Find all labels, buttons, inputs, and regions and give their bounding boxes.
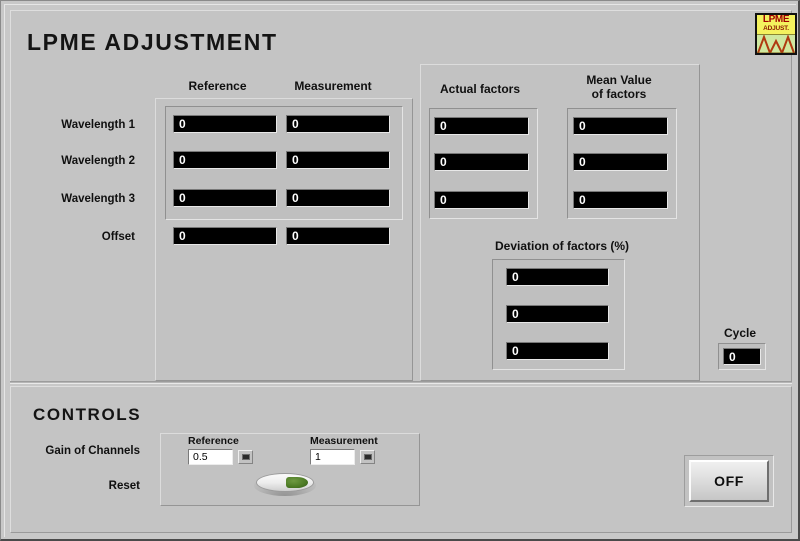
unit-button-gain-reference[interactable] [238,450,253,464]
column-header-mean-value-line1: Mean Value [586,73,652,87]
indicator-measurement-offset[interactable]: 0 [286,227,390,245]
label-gain-measurement: Measurement [310,435,378,447]
indicator-measurement-wavelength-2[interactable]: 0 [286,151,390,169]
header-deviation-of-factors: Deviation of factors (%) [494,239,629,253]
unit-glyph-icon [363,454,372,460]
indicator-reference-wavelength-3[interactable]: 0 [173,189,277,207]
rocker-led-icon [286,477,308,488]
page-title: LPME ADJUSTMENT [27,29,278,55]
indicator-reference-wavelength-1[interactable]: 0 [173,115,277,133]
label-gain-reference: Reference [188,435,239,447]
column-header-mean-value-line2: of factors [591,87,647,101]
column-header-measurement: Measurement [294,79,372,93]
power-button-frame: OFF [684,455,774,507]
label-reset: Reset [108,480,140,492]
window-inner-frame: LPME ADJUSTMENT CONTROLS LPME ADJUST. Re… [4,4,797,537]
logo-line2: ADJUST. [763,25,789,32]
row-label-wavelength-2: Wavelength 2 [61,155,135,167]
row-label-offset: Offset [101,231,135,243]
input-gain-reference[interactable]: 0.5 [188,449,233,465]
logo-line1: LPME [762,14,790,25]
indicator-mean-factor-2[interactable]: 0 [573,153,668,171]
column-header-actual-factors: Actual factors [439,82,521,96]
indicator-actual-factor-3[interactable]: 0 [434,191,529,209]
indicator-mean-factor-1[interactable]: 0 [573,117,668,135]
indicator-reference-wavelength-2[interactable]: 0 [173,151,277,169]
reset-rocker-switch[interactable] [254,471,316,497]
indicator-measurement-wavelength-1[interactable]: 0 [286,115,390,133]
row-label-wavelength-3: Wavelength 3 [61,193,135,205]
indicator-deviation-3[interactable]: 0 [506,342,609,360]
logo-peaks-graphic [757,34,795,53]
logo-text-block: LPME ADJUST. [757,15,795,35]
unit-glyph-icon [241,454,250,460]
lpme-adjustment-window: LPME ADJUSTMENT CONTROLS LPME ADJUST. Re… [0,0,800,541]
lpme-adjust-logo-icon: LPME ADJUST. [755,13,797,55]
power-off-button[interactable]: OFF [689,460,769,502]
indicator-actual-factor-1[interactable]: 0 [434,117,529,135]
controls-title: CONTROLS [33,405,142,424]
indicator-deviation-2[interactable]: 0 [506,305,609,323]
section-divider [10,381,792,384]
logo-peaks-svg [757,34,795,53]
column-header-reference: Reference [188,79,247,93]
indicator-reference-offset[interactable]: 0 [173,227,277,245]
indicator-deviation-1[interactable]: 0 [506,268,609,286]
label-cycle: Cycle [723,326,757,340]
indicator-mean-factor-3[interactable]: 0 [573,191,668,209]
label-gain-of-channels: Gain of Channels [45,445,140,457]
input-gain-measurement[interactable]: 1 [310,449,355,465]
indicator-cycle[interactable]: 0 [723,348,761,365]
indicator-measurement-wavelength-3[interactable]: 0 [286,189,390,207]
unit-button-gain-measurement[interactable] [360,450,375,464]
row-label-wavelength-1: Wavelength 1 [61,119,135,131]
indicator-actual-factor-2[interactable]: 0 [434,153,529,171]
